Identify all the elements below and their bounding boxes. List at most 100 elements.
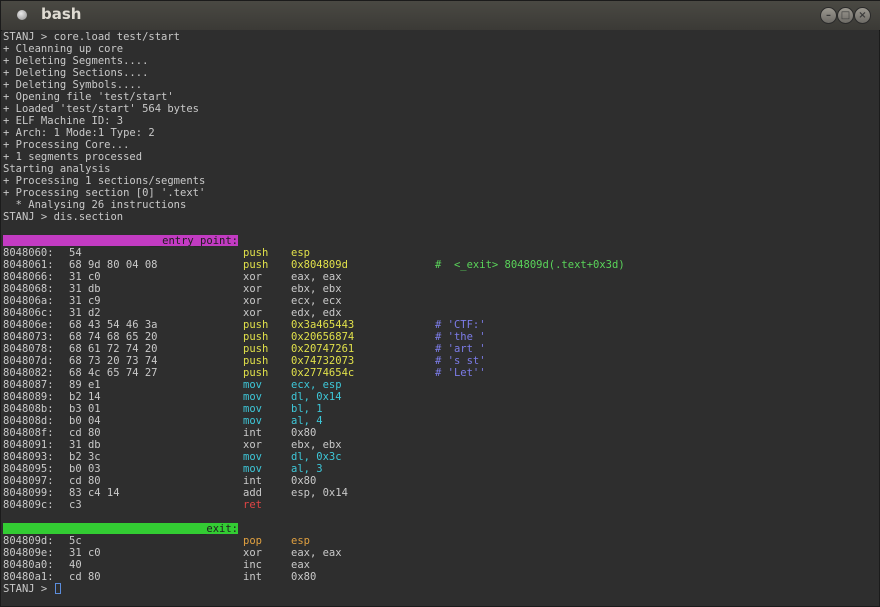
close-icon: ×: [858, 10, 867, 21]
instruction-bytes: b2 14: [69, 391, 101, 403]
label-exit: _exit:: [3, 523, 238, 535]
instruction-bytes: 31 c0: [69, 271, 101, 283]
instruction-mnemonic: push: [243, 331, 269, 343]
instruction-mnemonic: push: [243, 367, 269, 379]
instruction-operands: 0x20747261: [291, 343, 355, 355]
instruction-address: 804808f:: [3, 427, 54, 439]
instruction-mnemonic: push: [243, 343, 269, 355]
instruction-bytes: 68 4c 65 74 27: [69, 367, 158, 379]
instruction-bytes: b2 3c: [69, 451, 101, 463]
instruction-bytes: 68 74 68 65 20: [69, 331, 158, 343]
instruction-bytes: c3: [69, 499, 82, 511]
instruction-operands: dl, 0x14: [291, 391, 342, 403]
instruction-operands: eax, eax: [291, 271, 342, 283]
instruction-address: 8048095:: [3, 463, 54, 475]
terminal-output[interactable]: STANJ > core.load test/start + Cleanning …: [2, 30, 879, 606]
output-line: * Analysing 26 instructions: [3, 199, 187, 211]
instruction-address: 8048060:: [3, 247, 54, 259]
instruction-operands: 0x20656874: [291, 331, 355, 343]
output-line: + Deleting Symbols....: [3, 79, 143, 91]
instruction-bytes: 68 61 72 74 20: [69, 343, 158, 355]
instruction-mnemonic: push: [243, 259, 269, 271]
instruction-mnemonic: xor: [243, 307, 262, 319]
text-cursor[interactable]: [54, 583, 61, 594]
instruction-address: 8048099:: [3, 487, 54, 499]
output-line: + Arch: 1 Mode:1 Type: 2: [3, 127, 155, 139]
instruction-bytes: 5c: [69, 535, 82, 547]
instruction-operands: 0x80: [291, 427, 317, 439]
instruction-operands: ebx, ebx: [291, 439, 342, 451]
maximize-button[interactable]: □: [837, 7, 854, 24]
instruction-address: 8048066:: [3, 271, 54, 283]
close-button[interactable]: ×: [854, 7, 871, 24]
minimize-button[interactable]: –: [820, 7, 837, 24]
instruction-address: 804808d:: [3, 415, 54, 427]
instruction-comment: # <_exit> 804809d(.text+0x3d): [435, 259, 625, 271]
terminal-app-icon: [17, 10, 27, 20]
instruction-mnemonic: inc: [243, 559, 262, 571]
instruction-bytes: b3 01: [69, 403, 101, 415]
instruction-operands: edx, edx: [291, 307, 342, 319]
instruction-mnemonic: ret: [243, 499, 262, 511]
output-line: + Loaded 'test/start' 564 bytes: [3, 103, 199, 115]
instruction-address: 8048073:: [3, 331, 54, 343]
instruction-operands: 0x3a465443: [291, 319, 355, 331]
instruction-comment: # 's st': [435, 355, 486, 367]
prompt-line[interactable]: STANJ >: [3, 583, 61, 595]
instruction-bytes: 31 db: [69, 439, 101, 451]
instruction-mnemonic: add: [243, 487, 262, 499]
instruction-mnemonic: push: [243, 355, 269, 367]
instruction-operands: esp: [291, 247, 310, 259]
instruction-operands: al, 3: [291, 463, 323, 475]
output-line: + Opening file 'test/start': [3, 91, 174, 103]
instruction-address: 8048068:: [3, 283, 54, 295]
instruction-mnemonic: push: [243, 319, 269, 331]
instruction-operands: ecx, ecx: [291, 295, 342, 307]
instruction-operands: al, 4: [291, 415, 323, 427]
maximize-icon: □: [840, 10, 851, 21]
instruction-bytes: cd 80: [69, 475, 101, 487]
instruction-operands: bl, 1: [291, 403, 323, 415]
title-bar[interactable]: bash – □ ×: [1, 1, 880, 31]
instruction-address: 8048097:: [3, 475, 54, 487]
instruction-address: 804809e:: [3, 547, 54, 559]
label-entry-point: __entry_point:: [3, 235, 238, 247]
instruction-address: 80480a1:: [3, 571, 54, 583]
instruction-address: 804808b:: [3, 403, 54, 415]
minimize-icon: –: [826, 10, 831, 21]
instruction-operands: 0x804809d: [291, 259, 348, 271]
instruction-comment: # 'art ': [435, 343, 486, 355]
output-line: + Deleting Segments....: [3, 55, 149, 67]
output-line: + Processing 1 sections/segments: [3, 175, 206, 187]
instruction-mnemonic: xor: [243, 283, 262, 295]
instruction-mnemonic: mov: [243, 451, 262, 463]
instruction-comment: # 'CTF:': [435, 319, 486, 331]
instruction-mnemonic: mov: [243, 403, 262, 415]
output-line: STANJ > dis.section: [3, 211, 124, 223]
instruction-mnemonic: xor: [243, 271, 262, 283]
window-title: bash: [41, 5, 82, 23]
output-line: STANJ > core.load test/start: [3, 31, 181, 43]
instruction-bytes: b0 03: [69, 463, 101, 475]
instruction-mnemonic: mov: [243, 463, 262, 475]
instruction-address: 804806c:: [3, 307, 54, 319]
instruction-address: 804807d:: [3, 355, 54, 367]
instruction-address: 8048089:: [3, 391, 54, 403]
instruction-bytes: 31 db: [69, 283, 101, 295]
instruction-address: 8048061:: [3, 259, 54, 271]
instruction-operands: ecx, esp: [291, 379, 342, 391]
output-line: + Processing Core...: [3, 139, 130, 151]
instruction-bytes: 68 9d 80 04 08: [69, 259, 158, 271]
output-line: + Cleanning up core: [3, 43, 124, 55]
instruction-operands: 0x2774654c: [291, 367, 355, 379]
instruction-mnemonic: mov: [243, 415, 262, 427]
instruction-mnemonic: xor: [243, 295, 262, 307]
instruction-mnemonic: mov: [243, 391, 262, 403]
instruction-mnemonic: xor: [243, 439, 262, 451]
instruction-operands: eax: [291, 559, 310, 571]
instruction-mnemonic: xor: [243, 547, 262, 559]
instruction-address: 804806e:: [3, 319, 54, 331]
instruction-bytes: 68 43 54 46 3a: [69, 319, 158, 331]
instruction-bytes: cd 80: [69, 427, 101, 439]
instruction-address: 804806a:: [3, 295, 54, 307]
